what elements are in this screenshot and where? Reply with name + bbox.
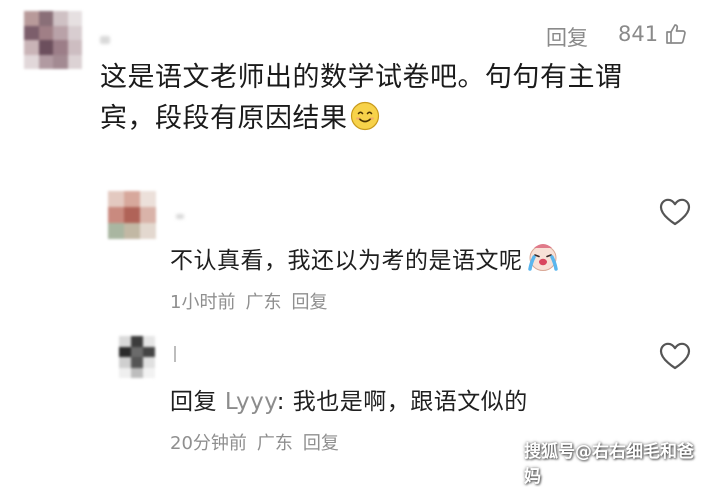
thumbs-up-icon[interactable]: [664, 22, 688, 50]
reply-prefix: 回复: [170, 389, 217, 415]
smiling-face-icon: [350, 101, 380, 143]
reply-avatar[interactable]: [119, 336, 155, 378]
reply-text: 不认真看，我还以为考的是语文呢: [170, 240, 561, 280]
reply-button[interactable]: 回复: [291, 292, 327, 313]
crying-face-icon: [525, 240, 561, 280]
comment-text-line2-wrap: 宾，段段有原因结果: [100, 98, 700, 143]
reply-text-content: : 我也是啊，跟语文似的: [276, 389, 528, 415]
reply-location: 广东: [256, 433, 293, 454]
heart-outline-icon[interactable]: [658, 197, 692, 231]
reply-username-mark[interactable]: [174, 346, 176, 362]
avatar[interactable]: [24, 11, 82, 69]
reply-mention[interactable]: Lyyy: [225, 389, 277, 415]
reply-location: 广东: [245, 292, 282, 313]
reply-username-blurred[interactable]: [176, 214, 184, 219]
heart-outline-icon[interactable]: [658, 341, 692, 375]
comment-text-line1: 这是语文老师出的数学试卷吧。句句有主谓: [100, 62, 623, 93]
reply-meta: 20分钟前 广东 回复: [170, 429, 349, 455]
reply-button[interactable]: 回复: [546, 22, 588, 52]
reply-text: 回复 Lyyy: 我也是啊，跟语文似的: [170, 382, 528, 416]
username-blurred[interactable]: [100, 36, 110, 44]
reply-text-content: 不认真看，我还以为考的是语文呢: [170, 248, 523, 274]
reply-time: 1小时前: [170, 292, 236, 313]
reply-avatar[interactable]: [108, 191, 156, 239]
reply-meta: 1小时前 广东 回复: [170, 288, 337, 314]
watermark: 搜狐号@右右细毛和爸妈: [524, 442, 694, 487]
comment-text: 这是语文老师出的数学试卷吧。句句有主谓 宾，段段有原因结果: [100, 57, 700, 143]
reply-button[interactable]: 回复: [303, 433, 339, 454]
comment-text-line2: 宾，段段有原因结果: [100, 103, 348, 134]
like-count: 841: [618, 22, 659, 46]
reply-time: 20分钟前: [170, 433, 247, 454]
